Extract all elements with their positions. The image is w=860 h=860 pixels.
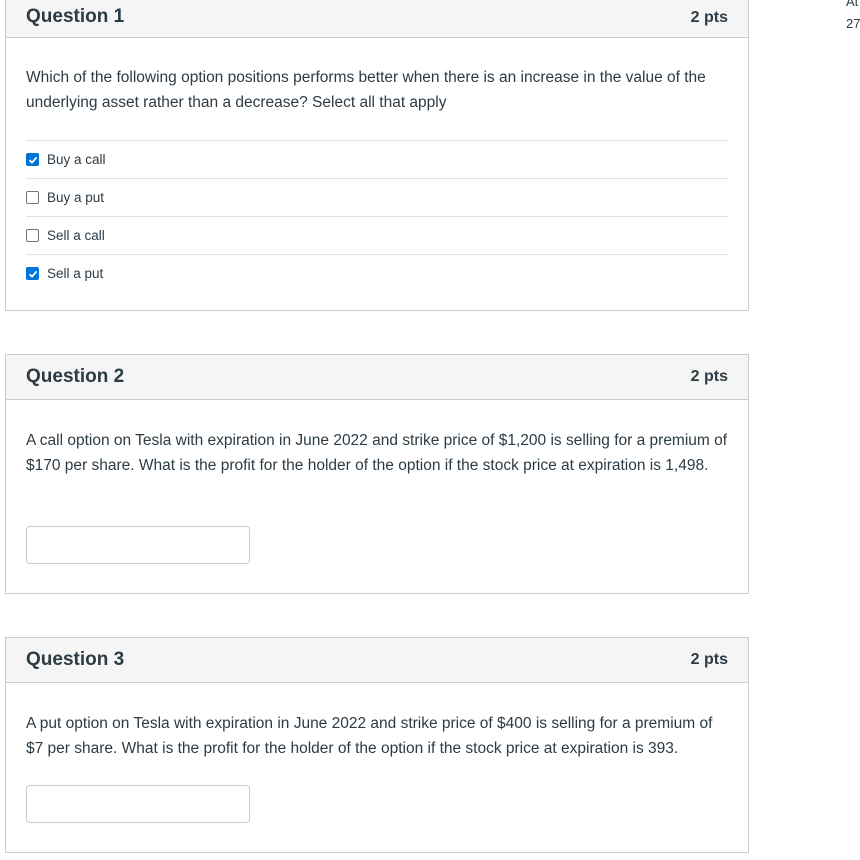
answer-input[interactable]	[26, 785, 250, 823]
question-text: A call option on Tesla with expiration i…	[26, 432, 728, 474]
answer-label: Buy a put	[47, 190, 105, 205]
question-1: Question 1 2 pts Which of the following …	[5, 0, 749, 311]
question-2-header: Question 2 2 pts	[6, 355, 748, 400]
answer-option-sell-a-put[interactable]: Sell a put	[26, 254, 728, 292]
question-text: A put option on Tesla with expiration in…	[26, 715, 713, 757]
quiz-page: At 27 Question 1 2 pts Which of the foll…	[0, 0, 860, 860]
answer-option-sell-a-call[interactable]: Sell a call	[26, 216, 728, 254]
question-2: Question 2 2 pts A call option on Tesla …	[5, 354, 749, 594]
question-1-header: Question 1 2 pts	[6, 0, 748, 38]
question-title: Question 2	[26, 366, 125, 387]
answer-input[interactable]	[26, 526, 250, 564]
question-points: 2 pts	[690, 651, 728, 668]
question-3: Question 3 2 pts A put option on Tesla w…	[5, 637, 749, 853]
question-points: 2 pts	[690, 8, 728, 26]
checkbox-checked[interactable]	[26, 267, 39, 280]
checkbox-checked[interactable]	[26, 153, 39, 166]
question-points: 2 pts	[690, 368, 728, 385]
edge-partial-label: At	[846, 0, 859, 9]
question-text: Which of the following option positions …	[26, 69, 706, 111]
check-icon	[28, 270, 37, 278]
question-title: Question 3	[26, 649, 125, 670]
answer-list: Buy a call Buy a put Sell a call Sell a …	[6, 140, 748, 292]
answer-label: Buy a call	[47, 152, 106, 167]
checkbox-unchecked[interactable]	[26, 191, 39, 204]
check-icon	[28, 156, 37, 164]
answer-label: Sell a put	[47, 266, 104, 281]
checkbox-unchecked[interactable]	[26, 229, 39, 242]
edge-partial-number: 27	[846, 16, 860, 31]
question-title: Question 1	[26, 5, 125, 27]
question-3-header: Question 3 2 pts	[6, 638, 748, 683]
answer-label: Sell a call	[47, 228, 105, 243]
answer-option-buy-a-put[interactable]: Buy a put	[26, 178, 728, 216]
answer-option-buy-a-call[interactable]: Buy a call	[26, 140, 728, 178]
